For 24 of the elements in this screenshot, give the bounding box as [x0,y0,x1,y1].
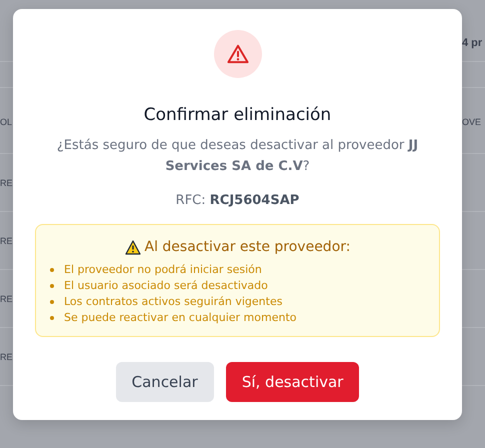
warning-item: Los contratos activos seguirán vigentes [64,294,282,310]
warning-item: El proveedor no podrá iniciar sesión [64,262,262,278]
warning-item: El usuario asociado será desactivado [64,278,268,294]
warning-item: Se puede reactivar en cualquier momento [64,310,296,326]
column-header: OL [0,116,12,126]
cancel-button[interactable]: Cancelar [116,362,214,402]
rfc-value: RCJ5604SAP [210,192,300,208]
warning-icon [214,30,262,78]
table-cell: RE [0,178,13,188]
bullet-icon [50,316,54,320]
warning-title: Al desactivar este proveedor: [144,238,350,257]
table-cell: RE [0,352,13,362]
column-header: OVE [462,116,482,126]
caution-icon [124,240,140,255]
rfc-label: RFC: [176,192,206,208]
confirmation-message: ¿Estás seguro de que deseas desactivar al proveedor JJ Services SA de C.V? [56,136,420,176]
table-cell: RE [0,294,13,304]
bullet-icon [50,268,54,272]
bullet-icon [50,300,54,304]
table-cell: RE [0,236,13,246]
confirm-button[interactable]: Sí, desactivar [226,362,360,402]
count-text: 4 pr [462,36,482,48]
bullet-icon [50,284,54,288]
dialog-title: Confirmar eliminación [142,104,332,127]
